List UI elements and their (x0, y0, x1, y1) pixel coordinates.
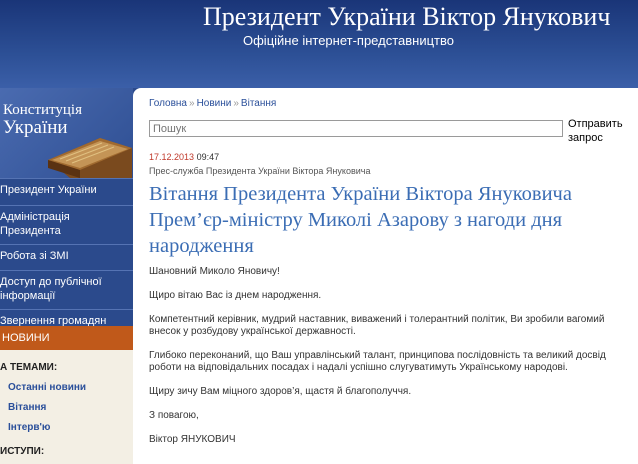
constitution-book-icon (48, 138, 132, 178)
site-header: Президент України Віктор Янукович Офіцій… (0, 0, 638, 88)
article-body: Шановний Миколо Яновичу! Щиро вітаю Вас … (149, 266, 624, 458)
breadcrumb-separator-icon: » (233, 98, 239, 109)
article-paragraph: Шановний Миколо Яновичу! (149, 266, 280, 277)
topic-link-greetings[interactable]: Вітання (8, 402, 46, 413)
article-time: 09:47 (196, 152, 220, 162)
breadcrumb-greetings[interactable]: Вітання (241, 98, 276, 109)
topics-heading: А ТЕМАМИ: (0, 362, 58, 373)
speeches-heading: ИСТУПИ: (0, 446, 45, 457)
topic-link-latest-news[interactable]: Останні новини (8, 382, 86, 393)
breadcrumb-separator-icon: » (189, 98, 195, 109)
left-sidebar: Конституція України Президент України Ад… (0, 88, 133, 464)
sidebar-item-public-info[interactable]: Доступ до публічної інформації (0, 270, 133, 309)
main-content: Головна»Новини»Вітання Отправить запрос … (133, 88, 638, 464)
breadcrumb-home[interactable]: Головна (149, 98, 187, 109)
constitution-banner[interactable]: Конституція України (0, 88, 133, 178)
news-section-header[interactable]: НОВИНИ (0, 326, 133, 350)
article-datetime: 17.12.2013 09:47 (149, 152, 219, 162)
article-paragraph: Глибоко переконаний, що Ваш управлінськи… (149, 350, 606, 373)
topics-panel: А ТЕМАМИ: Останні новини Вітання Інтерв'… (0, 350, 133, 464)
article-paragraph: Щиру зичу Вам міцного здоров’я, щастя й … (149, 386, 412, 397)
sidebar-item-media[interactable]: Робота зі ЗМІ (0, 244, 133, 270)
article-source: Прес-служба Президента України Віктора Я… (149, 166, 371, 176)
sidebar-item-administration[interactable]: Адміністрація Президента (0, 205, 133, 244)
sidebar-item-president[interactable]: Президент України (0, 178, 133, 205)
article-title: Вітання Президента України Віктора Януко… (149, 183, 572, 257)
breadcrumb: Головна» Новини» Вітання (149, 98, 276, 109)
article-paragraph: З повагою, (149, 410, 199, 421)
topic-link-interviews[interactable]: Інтерв'ю (8, 422, 50, 433)
search-input[interactable] (149, 120, 563, 137)
search-submit-button[interactable]: Отправить запрос (568, 117, 634, 145)
site-subtitle: Офіційне інтернет-представництво (243, 33, 454, 48)
article-paragraph: Щиро вітаю Вас із днем народження. (149, 290, 322, 301)
article-paragraph: Компетентний керівник, мудрий наставник,… (149, 314, 605, 337)
article-signature: Віктор ЯНУКОВИЧ (149, 434, 236, 445)
article-date: 17.12.2013 (149, 152, 195, 162)
sidebar-nav: Президент України Адміністрація Президен… (0, 178, 133, 335)
breadcrumb-news[interactable]: Новини (197, 98, 232, 109)
site-title[interactable]: Президент України Віктор Янукович (203, 2, 610, 32)
